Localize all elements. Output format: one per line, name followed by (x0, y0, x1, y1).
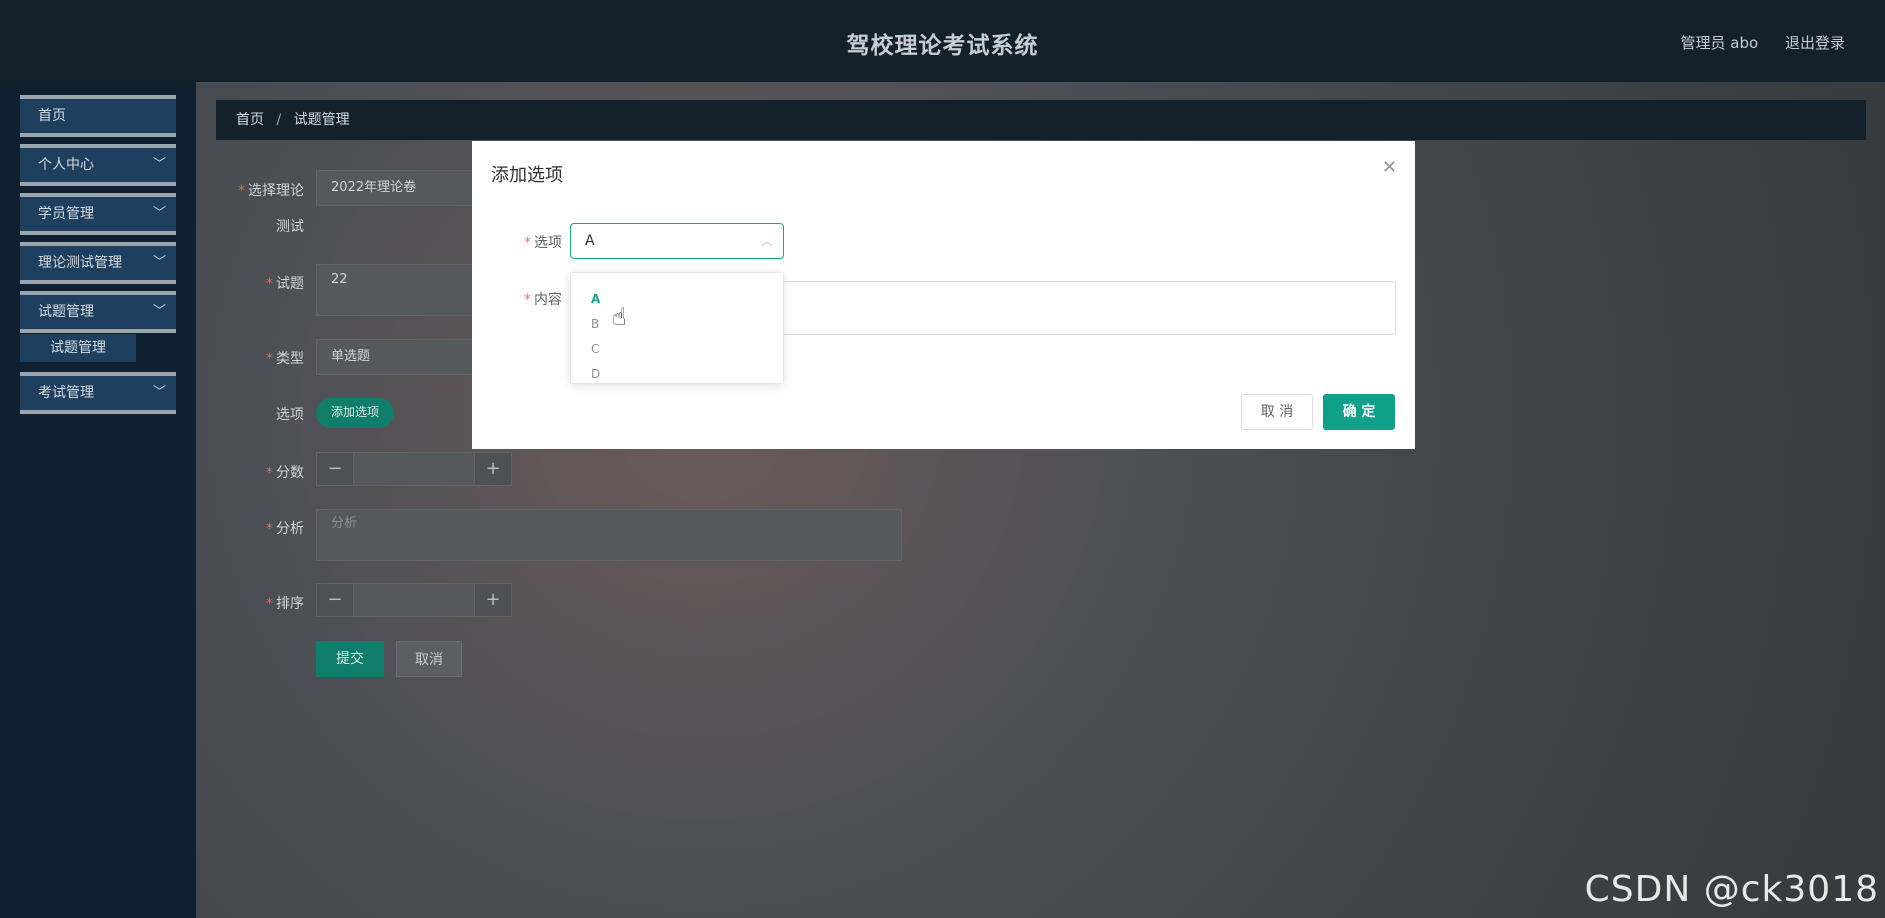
sidebar-item-label: 试题管理 (38, 304, 94, 320)
option-select-value: A (585, 233, 595, 249)
dialog-confirm-button[interactable]: 确 定 (1323, 394, 1395, 430)
sidebar-item-exam-management[interactable]: 考试管理 ﹀ (20, 372, 176, 414)
option-label: * 选项 (524, 235, 562, 251)
user-label: 管理员 abo (1680, 34, 1759, 52)
sidebar-item-label: 学员管理 (38, 206, 94, 222)
sidebar-item-student-management[interactable]: 学员管理 ﹀ (20, 193, 176, 235)
score-label: * 分数 (266, 465, 304, 481)
question-input[interactable]: 22 (316, 264, 476, 316)
chevron-down-icon: ﹀ (152, 385, 166, 400)
plus-icon[interactable]: + (474, 453, 511, 485)
type-select[interactable]: 单选题 (316, 339, 476, 375)
content-label: * 内容 (524, 292, 562, 308)
type-label: * 类型 (266, 351, 304, 367)
sidebar-item-question-management[interactable]: 试题管理 ﹀ (20, 291, 176, 333)
option-select[interactable]: A ︿ (570, 223, 784, 259)
exam-label: * 选择理论 (238, 183, 304, 199)
breadcrumb-current: 试题管理 (293, 112, 350, 128)
sidebar-item-label: 考试管理 (38, 385, 94, 401)
breadcrumb-separator: / (276, 112, 282, 128)
plus-icon[interactable]: + (474, 584, 511, 616)
sidebar-item-home[interactable]: 首页 (20, 95, 176, 137)
dropdown-option-d[interactable]: D (571, 362, 783, 387)
watermark: CSDN @ck3018 (1584, 869, 1879, 910)
dropdown-option-a[interactable]: A (571, 287, 783, 312)
breadcrumb-home[interactable]: 首页 (236, 112, 264, 128)
form-cancel-button[interactable]: 取消 (396, 641, 462, 677)
sidebar-item-label: 个人中心 (38, 157, 94, 173)
analysis-textarea[interactable]: 分析 (316, 509, 902, 561)
close-icon[interactable]: ✕ (1382, 157, 1397, 178)
add-option-button[interactable]: 添加选项 (316, 398, 394, 428)
dropdown-option-c[interactable]: C (571, 337, 783, 362)
order-label: * 排序 (266, 596, 304, 612)
chevron-down-icon: ﹀ (152, 255, 166, 270)
submenu-item-question-management[interactable]: 试题管理 (20, 334, 136, 362)
chevron-down-icon: ﹀ (152, 206, 166, 221)
top-bar: 驾校理论考试系统 管理员 abo 退出登录 (0, 0, 1885, 82)
minus-icon[interactable]: − (317, 584, 354, 616)
hand-cursor-icon: ☝ (612, 303, 627, 331)
minus-icon[interactable]: − (317, 453, 354, 485)
user-area: 管理员 abo 退出登录 (1659, 32, 1845, 53)
score-stepper[interactable]: − + (316, 452, 512, 486)
chevron-up-icon: ︿ (760, 234, 773, 248)
sidebar-item-theory-test-management[interactable]: 理论测试管理 ﹀ (20, 242, 176, 284)
chevron-down-icon: ﹀ (152, 157, 166, 172)
dialog-cancel-button[interactable]: 取 消 (1241, 394, 1313, 430)
order-stepper[interactable]: − + (316, 583, 512, 617)
app-title: 驾校理论考试系统 (846, 33, 1039, 59)
sidebar-item-label: 首页 (38, 108, 66, 124)
logout-link[interactable]: 退出登录 (1785, 34, 1845, 52)
exam-label-line2: 测试 (276, 219, 304, 235)
options-label: 选项 (276, 407, 304, 423)
exam-select[interactable]: 2022年理论卷 (316, 170, 476, 206)
dialog-title: 添加选项 (491, 165, 563, 186)
submit-button[interactable]: 提交 (316, 641, 384, 677)
sidebar-item-label: 理论测试管理 (38, 255, 122, 271)
dropdown-option-b[interactable]: B (571, 312, 783, 337)
sidebar: 首页 个人中心 ﹀ 学员管理 ﹀ 理论测试管理 ﹀ 试题管理 ﹀ 试题管理 考试… (0, 82, 196, 918)
question-label: * 试题 (266, 276, 304, 292)
option-dropdown: A B C D (570, 272, 784, 384)
chevron-down-icon: ﹀ (152, 304, 166, 319)
breadcrumb: 首页 / 试题管理 (216, 100, 1866, 140)
analysis-label: * 分析 (266, 521, 304, 537)
sidebar-item-personal-center[interactable]: 个人中心 ﹀ (20, 144, 176, 186)
